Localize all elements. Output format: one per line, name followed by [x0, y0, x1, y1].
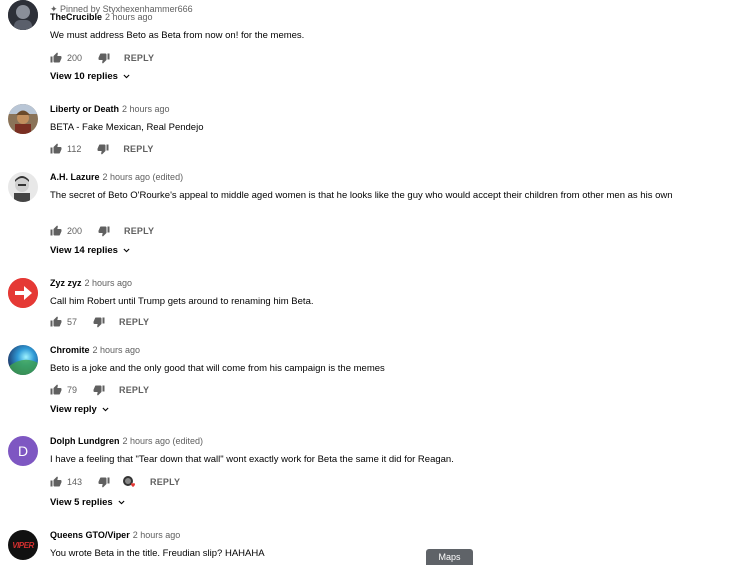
chevron-down-icon — [123, 74, 130, 79]
avatar[interactable] — [8, 345, 38, 375]
chevron-down-icon — [118, 500, 125, 505]
view-replies-button[interactable]: View 5 replies — [50, 497, 126, 508]
like-count: 57 — [67, 317, 78, 327]
thumb-up-icon[interactable] — [50, 143, 62, 155]
author-name[interactable]: Zyz zyz — [50, 278, 82, 288]
reply-button[interactable]: REPLY — [150, 477, 180, 487]
chevron-down-icon — [102, 407, 109, 412]
thumb-down-icon[interactable] — [98, 476, 110, 488]
like-count: 200 — [67, 53, 83, 63]
avatar[interactable] — [8, 278, 38, 308]
comment-text: We must address Beto as Beta from now on… — [50, 30, 305, 41]
avatar[interactable]: VIPER — [8, 530, 38, 560]
view-replies-button[interactable]: View 10 replies — [50, 71, 131, 82]
reply-button[interactable]: REPLY — [124, 53, 154, 63]
like-count: 79 — [67, 385, 78, 395]
comment-text: Call him Robert until Trump gets around … — [50, 296, 314, 307]
comment-time[interactable]: 2 hours ago (edited) — [103, 172, 184, 182]
comment-header: Dolph Lundgren 2 hours ago (edited) — [50, 436, 203, 446]
author-name[interactable]: Chromite — [50, 345, 90, 355]
comment-text: You wrote Beta in the title. Freudian sl… — [50, 548, 265, 559]
comment-header: TheCrucible 2 hours ago — [50, 12, 153, 22]
author-name[interactable]: Liberty or Death — [50, 104, 119, 114]
comment-actions: 79 REPLY — [50, 383, 149, 397]
avatar[interactable] — [8, 104, 38, 134]
view-replies-button[interactable]: View 14 replies — [50, 245, 131, 256]
thumb-up-icon[interactable] — [50, 476, 62, 488]
maps-tooltip[interactable]: Maps — [426, 549, 473, 565]
comment-text: The secret of Beto O'Rourke's appeal to … — [50, 190, 673, 201]
avatar-letter: D — [17, 443, 29, 459]
comment-time[interactable]: 2 hours ago — [93, 345, 141, 355]
comment-header: Queens GTO/Viper 2 hours ago — [50, 530, 180, 540]
thumb-up-icon[interactable] — [50, 316, 62, 328]
comment-time[interactable]: 2 hours ago — [105, 12, 153, 22]
comment-actions: 200 REPLY — [50, 51, 154, 65]
comment-actions: 200 REPLY — [50, 224, 154, 238]
thumb-down-icon[interactable] — [98, 225, 110, 237]
author-name[interactable]: Queens GTO/Viper — [50, 530, 130, 540]
author-name[interactable]: A.H. Lazure — [50, 172, 100, 182]
chevron-down-icon — [123, 248, 130, 253]
reply-button[interactable]: REPLY — [119, 317, 149, 327]
thumb-up-icon[interactable] — [50, 384, 62, 396]
like-count: 112 — [67, 144, 82, 154]
avatar[interactable]: D — [8, 436, 38, 466]
author-name[interactable]: Dolph Lundgren — [50, 436, 120, 446]
comment-actions: 112 REPLY — [50, 142, 154, 156]
reply-button[interactable]: REPLY — [119, 385, 149, 395]
thumb-up-icon[interactable] — [50, 52, 62, 64]
thumb-down-icon[interactable] — [97, 143, 109, 155]
comment-header: A.H. Lazure 2 hours ago (edited) — [50, 172, 183, 182]
comment-time[interactable]: 2 hours ago — [133, 530, 181, 540]
reply-button[interactable]: REPLY — [123, 144, 153, 154]
comment-actions: 57 REPLY — [50, 315, 149, 329]
author-name[interactable]: TheCrucible — [50, 12, 102, 22]
thumb-down-icon[interactable] — [93, 384, 105, 396]
comment-header: Liberty or Death 2 hours ago — [50, 104, 170, 114]
comment-actions: 143 REPLY — [50, 475, 180, 489]
like-count: 200 — [67, 226, 83, 236]
comment-header: Chromite 2 hours ago — [50, 345, 140, 355]
comment-time[interactable]: 2 hours ago (edited) — [123, 436, 204, 446]
thumb-down-icon[interactable] — [98, 52, 110, 64]
avatar-logo: VIPER — [12, 540, 34, 550]
comment-time[interactable]: 2 hours ago — [122, 104, 170, 114]
thumb-down-icon[interactable] — [93, 316, 105, 328]
avatar[interactable] — [8, 172, 38, 202]
comment-text: Beto is a joke and the only good that wi… — [50, 363, 385, 374]
comment-time[interactable]: 2 hours ago — [85, 278, 133, 288]
avatar[interactable] — [8, 0, 38, 30]
reply-button[interactable]: REPLY — [124, 226, 154, 236]
creator-heart-icon — [122, 475, 136, 489]
view-replies-button[interactable]: View reply — [50, 404, 110, 415]
thumb-up-icon[interactable] — [50, 225, 62, 237]
comment-header: Zyz zyz 2 hours ago — [50, 278, 132, 288]
comment-text: BETA - Fake Mexican, Real Pendejo — [50, 122, 204, 133]
comment-text: I have a feeling that "Tear down that wa… — [50, 454, 454, 465]
like-count: 143 — [67, 477, 83, 487]
